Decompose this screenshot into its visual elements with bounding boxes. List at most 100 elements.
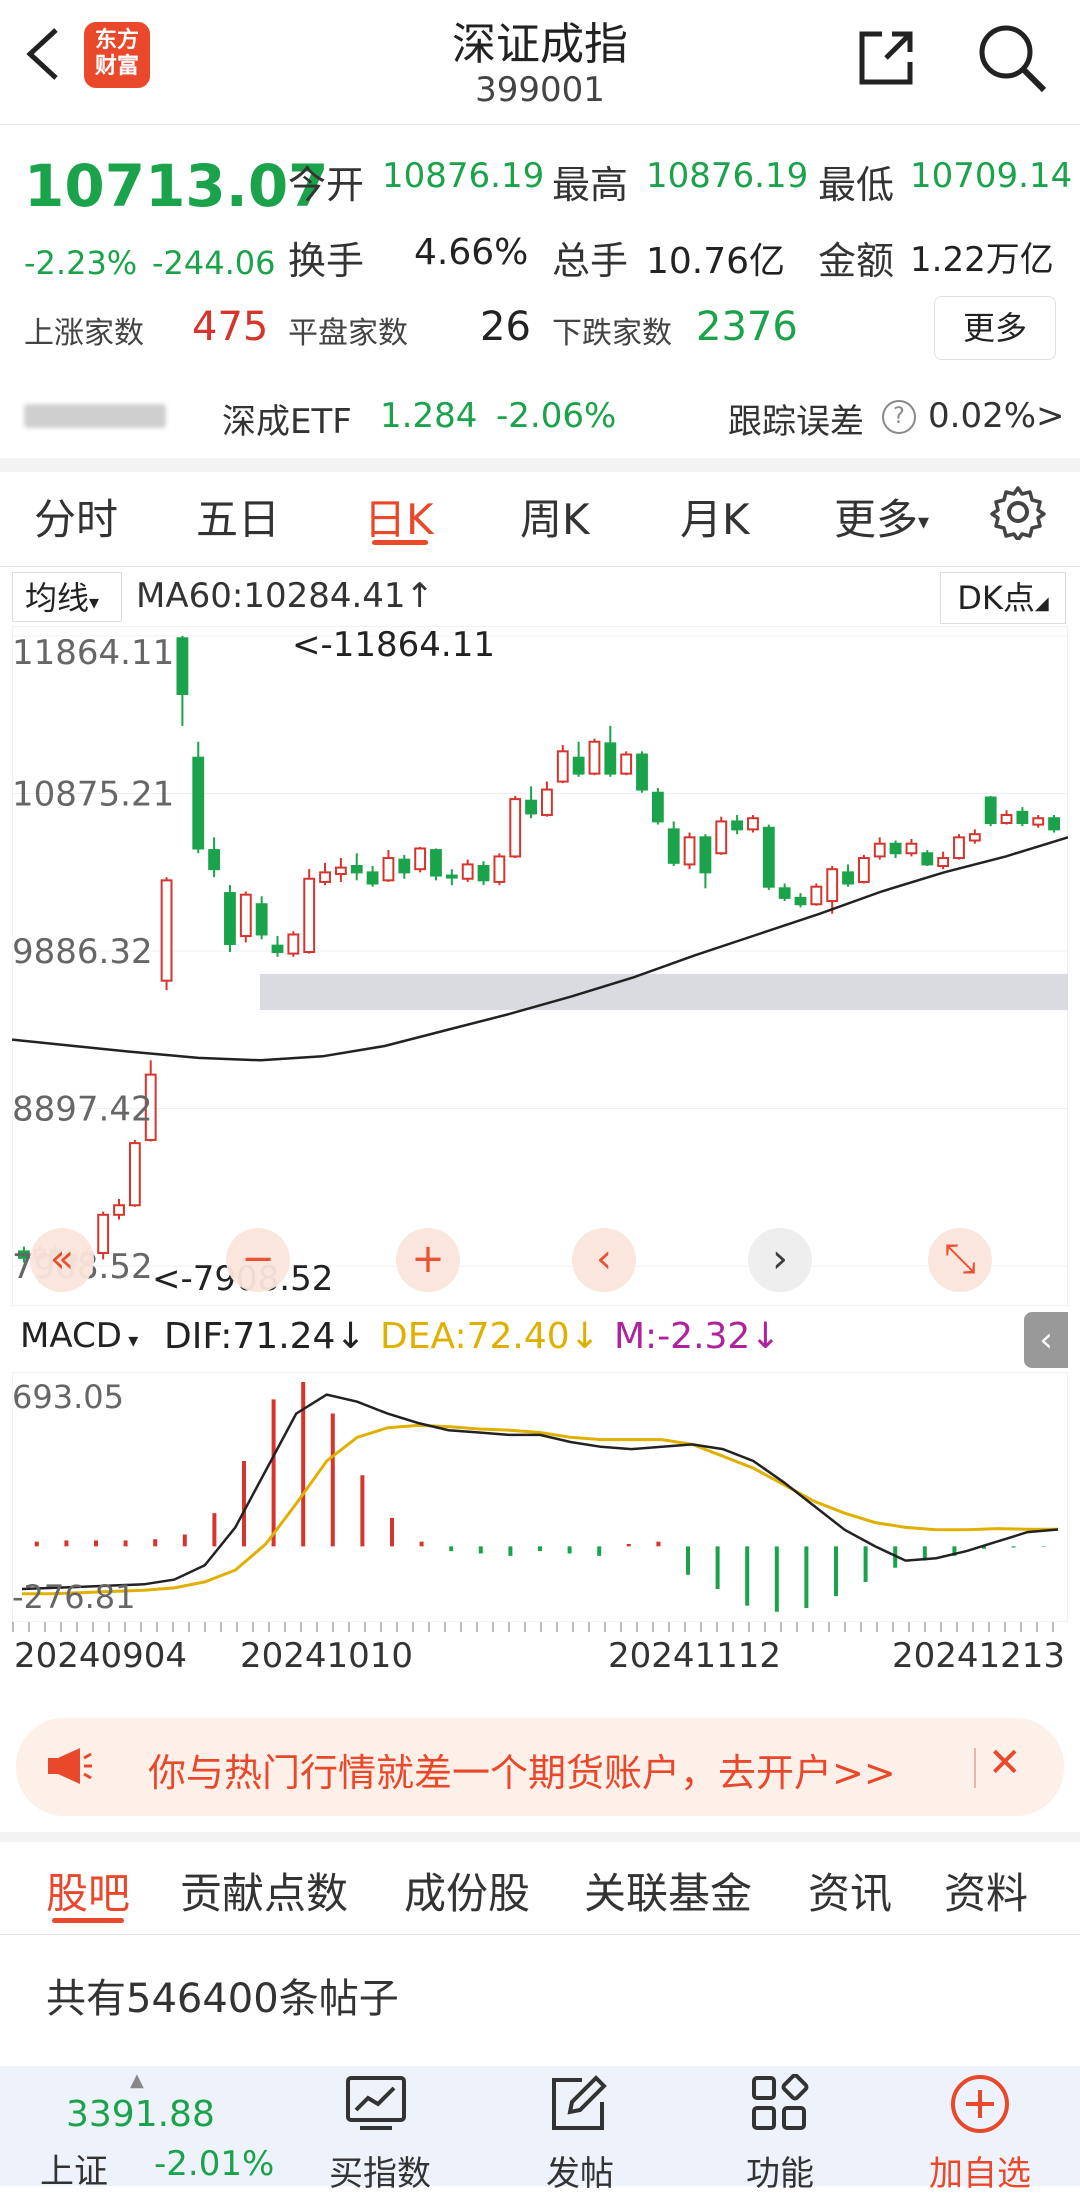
candle-body [683, 836, 696, 866]
macd-y-tick-label: -276.81 [12, 1578, 136, 1616]
nav-post-label: 发帖 [546, 2154, 614, 2194]
page-title: 深证成指 [452, 19, 628, 70]
dk-point-toggle[interactable]: DK点◢ [940, 572, 1066, 624]
dif-arrow: ↓ [335, 1316, 366, 1357]
candle-body [810, 885, 823, 906]
chevron-right-icon[interactable]: > [1036, 396, 1065, 436]
flat-count-label: 平盘家数 [288, 316, 408, 351]
more-button[interactable]: 更多 [934, 296, 1056, 360]
index-ticker[interactable]: ▲ 3391.88 上证 -2.01% [0, 2066, 280, 2192]
candle-body [350, 865, 363, 874]
tab-weekly-k[interactable]: 周K [520, 486, 590, 547]
index-code: 399001 [475, 70, 605, 110]
tab-monthly-k[interactable]: 月K [680, 486, 750, 547]
candle-body [303, 877, 316, 954]
share-icon[interactable] [856, 28, 916, 88]
collapse-panel-button[interactable]: ‹ [1024, 1312, 1068, 1368]
close-icon[interactable]: ✕ [988, 1740, 1022, 1786]
candle-body [430, 849, 442, 877]
tab-contribution[interactable]: 贡献点数 [180, 1860, 348, 1921]
zoom-out-button[interactable]: − [226, 1228, 290, 1292]
tab-five-day[interactable]: 五日 [196, 486, 280, 547]
ma60-arrow: ↑ [405, 576, 435, 616]
candle-body [968, 833, 981, 842]
tab-news[interactable]: 资讯 [808, 1860, 892, 1921]
scroll-left-button[interactable]: ‹ [572, 1228, 636, 1292]
candle-body [556, 750, 569, 783]
fullscreen-button[interactable]: ⤡ [928, 1228, 992, 1292]
turnover-label: 换手 [288, 239, 365, 283]
forum-tab-indicator [52, 1918, 124, 1923]
search-icon[interactable] [976, 22, 1048, 94]
tab-daily-k[interactable]: 日K [364, 486, 434, 547]
sh-index-change: -2.01% [154, 2144, 275, 2184]
promo-text[interactable]: 你与热门行情就差一个期货账户，去开户>> [148, 1742, 896, 1797]
dropdown-icon: ▾ [89, 590, 100, 614]
flat-count: 26 [480, 304, 531, 350]
change-pct: -2.23% [24, 244, 138, 282]
tab-profile[interactable]: 资料 [944, 1860, 1028, 1921]
max-price-label: <-11864.11 [292, 626, 495, 665]
candle-body [747, 817, 759, 831]
grid-apps-icon [750, 2073, 810, 2138]
candle-body [1032, 817, 1045, 826]
tab-more[interactable]: 更多▾ [834, 486, 929, 547]
tab-forum[interactable]: 股吧 [46, 1860, 130, 1921]
y-tick-label: 10875.21 [12, 775, 174, 815]
candle-body [651, 791, 664, 823]
candlestick-chart[interactable]: 11864.1110875.219886.328897.427908.52 <-… [12, 626, 1068, 1306]
candle-body [921, 852, 934, 866]
x-tick-label: 20241010 [240, 1636, 414, 1676]
tab-intraday[interactable]: 分时 [34, 486, 118, 547]
candle-body [239, 893, 252, 938]
candle-body [762, 826, 775, 888]
promo-divider [974, 1748, 976, 1788]
corner-triangle-icon: ◢ [1034, 593, 1049, 614]
help-icon[interactable]: ? [882, 400, 916, 434]
down-count-label: 下跌家数 [552, 316, 672, 351]
high-value: 10876.19 [646, 156, 809, 196]
x-axis-ticks [12, 1622, 1068, 1632]
settings-gear-icon[interactable] [990, 484, 1046, 544]
macd-chart[interactable]: 693.05 -276.81 [12, 1372, 1068, 1622]
candle-body [176, 637, 189, 695]
tracking-error-label: 跟踪误差 [728, 402, 864, 442]
candle-body [461, 863, 474, 880]
candle-body [667, 828, 680, 864]
etf-price: 1.284 [380, 396, 478, 436]
y-tick-label: 9886.32 [12, 932, 153, 972]
candle-body [1016, 810, 1029, 824]
dif-readout: DIF:71.24↓ [164, 1316, 366, 1357]
etf-change: -2.06% [496, 396, 617, 436]
nav-buy-index[interactable]: 买指数 [300, 2066, 460, 2194]
scroll-start-button[interactable]: « [30, 1228, 94, 1292]
tab-constituents[interactable]: 成份股 [404, 1860, 530, 1921]
nav-functions[interactable]: 功能 [700, 2066, 860, 2194]
open-label: 今开 [288, 163, 365, 207]
down-count: 2376 [696, 304, 798, 350]
candle-body [905, 842, 918, 855]
macd-selector[interactable]: MACD ▾ [20, 1316, 138, 1356]
etf-name[interactable]: 深成ETF [222, 394, 352, 443]
candle-body [160, 879, 173, 982]
candle-body [953, 836, 965, 860]
zoom-in-button[interactable]: + [396, 1228, 460, 1292]
candle-body [842, 871, 854, 885]
ma-selector[interactable]: 均线▾ [12, 572, 122, 622]
change-value: -244.06 [152, 244, 276, 282]
candle-body [224, 892, 236, 946]
nav-post[interactable]: 发帖 [500, 2066, 660, 2194]
x-tick-label: 20241112 [608, 1636, 782, 1676]
macd-label: MACD [20, 1316, 122, 1356]
candle-body [445, 874, 458, 879]
candle-body [588, 740, 601, 775]
tab-related-funds[interactable]: 关联基金 [584, 1860, 752, 1921]
nav-functions-label: 功能 [746, 2154, 814, 2194]
turnover-value: 4.66% [414, 232, 529, 273]
candle-body [873, 842, 886, 858]
candle-body [699, 836, 712, 874]
candle-body [572, 756, 585, 775]
nav-add-watchlist[interactable]: 加自选 [900, 2066, 1060, 2194]
scroll-right-button[interactable]: › [748, 1228, 812, 1292]
candle-body [113, 1204, 125, 1216]
